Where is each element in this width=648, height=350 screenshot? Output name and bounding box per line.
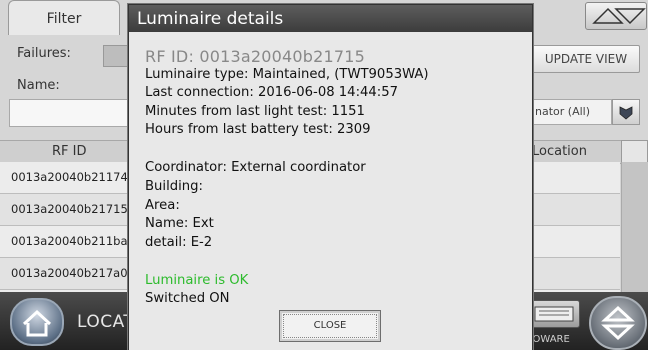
dialog-title-bar: Luminaire details	[129, 5, 532, 32]
status-ok: Luminaire is OK	[145, 273, 249, 288]
header-rfid[interactable]: RF ID	[52, 141, 87, 163]
dropdown-icon	[619, 106, 633, 120]
tab-filter[interactable]: Filter	[8, 0, 120, 35]
dialog-title: Luminaire details	[137, 9, 284, 29]
table-cell-rfid: 0013a20040b21174	[11, 170, 128, 184]
rf-id-value: RF ID: 0013a20040b21715	[145, 47, 365, 66]
coordinator-select-value: nator (All)	[530, 99, 612, 125]
name-input[interactable]	[9, 99, 133, 127]
app-window: Filter Failures: Name: UPDATE VIEW nator…	[0, 0, 648, 350]
up-down-arrows-icon	[601, 305, 635, 341]
coordinator-select[interactable]: nator (All)	[530, 99, 640, 125]
close-button-label: CLOSE	[313, 320, 347, 331]
hours-battery-test: Hours from last battery test: 2309	[145, 122, 371, 137]
name: Name: Ext	[145, 216, 214, 231]
area: Area:	[145, 198, 180, 213]
location-label: LOCAT	[77, 312, 135, 332]
building: Building:	[145, 179, 203, 194]
scroll-nav-button[interactable]	[589, 296, 647, 350]
up-down-arrows-icon	[592, 7, 646, 25]
minutes-light-test: Minutes from last light test: 1151	[145, 104, 365, 119]
home-icon	[22, 309, 52, 337]
keyboard-button[interactable]	[528, 300, 580, 328]
failures-label: Failures:	[17, 46, 71, 61]
detail: detail: E-2	[145, 235, 213, 250]
update-view-button[interactable]: UPDATE VIEW	[532, 45, 640, 73]
scrollbar-track[interactable]	[621, 162, 648, 292]
sort-toggle-button[interactable]	[585, 2, 647, 30]
table-cell-rfid: 0013a20040b211ba	[11, 234, 128, 248]
coordinator: Coordinator: External coordinator	[145, 160, 366, 175]
last-connection: Last connection: 2016-06-08 14:44:57	[145, 85, 399, 100]
keyboard-icon	[534, 306, 574, 322]
close-button[interactable]: CLOSE	[279, 310, 381, 342]
name-label: Name:	[17, 78, 60, 93]
switched-status: Switched ON	[145, 291, 230, 306]
home-button[interactable]	[10, 298, 64, 346]
table-cell-rfid: 0013a20040b21715	[11, 202, 128, 216]
luminaire-type: Luminaire type: Maintained, (TWT9053WA)	[145, 67, 429, 82]
table-cell-rfid: 0013a20040b217a0	[11, 266, 128, 280]
luminaire-details-dialog: Luminaire details RF ID: 0013a20040b2171…	[128, 4, 533, 350]
header-location[interactable]: Location	[532, 141, 587, 163]
coordinator-dropdown-button[interactable]	[612, 99, 640, 125]
